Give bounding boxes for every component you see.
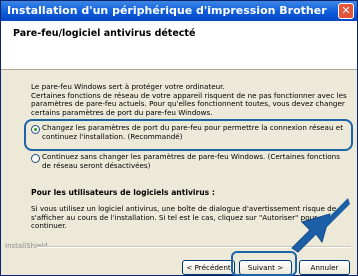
page-title: Pare-feu/logiciel antivirus détecté xyxy=(13,28,196,39)
recommended-option-highlight xyxy=(24,119,353,151)
option-keep-firewall[interactable]: Continuez sans changer les paramètres de… xyxy=(31,152,347,173)
dialog-header: Pare-feu/logiciel antivirus détecté xyxy=(1,21,357,70)
window-title: Installation d'un périphérique d'impress… xyxy=(7,4,327,17)
next-button-highlight xyxy=(231,251,297,276)
option-keep-firewall-label: Continuez sans changer les paramètres de… xyxy=(42,152,340,170)
antivirus-heading: Pour les utilisateurs de logiciels antiv… xyxy=(31,188,215,197)
title-bar: Installation d'un périphérique d'impress… xyxy=(1,1,357,21)
pointer-arrow-icon xyxy=(291,198,350,253)
close-button[interactable]: ✕ xyxy=(338,3,354,19)
intro-text: Le pare-feu Windows sert à protéger votr… xyxy=(31,82,347,117)
cancel-button[interactable]: Annuler xyxy=(299,260,350,275)
previous-button[interactable]: < Précédent xyxy=(182,260,235,275)
radio-unselected-icon[interactable] xyxy=(31,154,40,163)
